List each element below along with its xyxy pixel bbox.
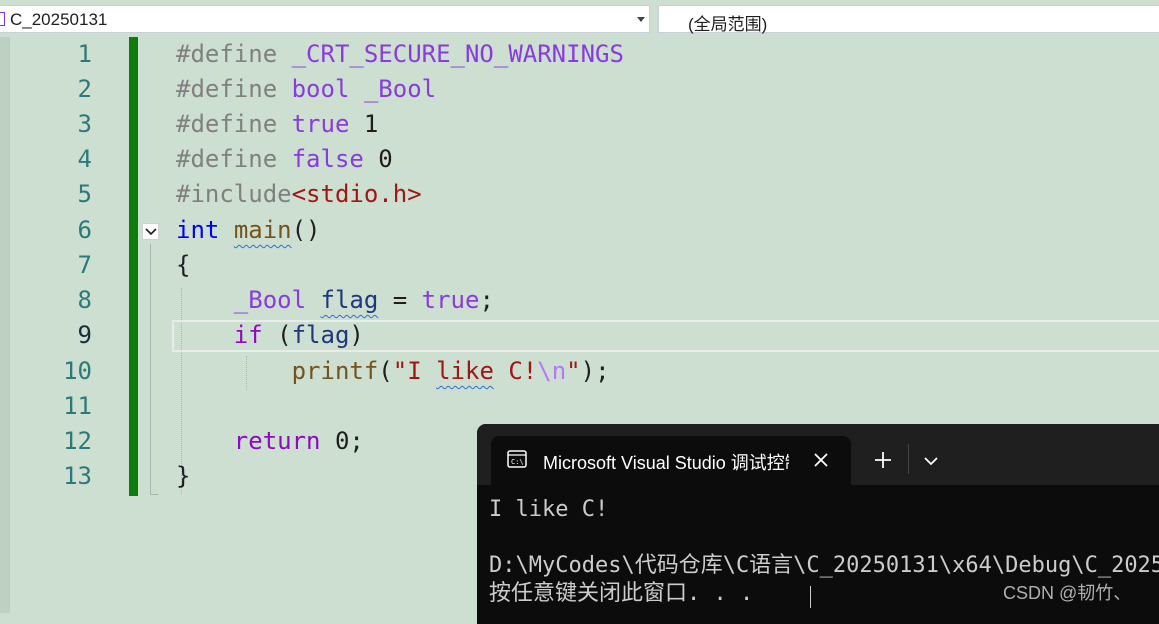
line-number: 11 — [63, 392, 92, 420]
line-number: 7 — [77, 251, 92, 279]
brace: { — [176, 251, 191, 279]
console-tab-title: Microsoft Visual Studio 调试控制台 — [543, 453, 789, 473]
plus-icon[interactable] — [871, 448, 895, 472]
project-dropdown[interactable]: C_20250131 — [0, 5, 650, 33]
string: " — [566, 357, 581, 385]
navigation-bar: C_20250131 (全局范围) — [0, 0, 1159, 37]
punctuation: ) — [349, 321, 364, 349]
line-number: 2 — [77, 75, 92, 103]
macro: true — [291, 110, 350, 138]
change-tracking-bar — [129, 37, 138, 496]
chevron-down-icon[interactable] — [920, 450, 942, 472]
escape-sequence: \n — [537, 357, 567, 385]
macro: false — [291, 145, 364, 173]
macro-value: 1 — [363, 110, 379, 138]
dropdown-arrow-icon[interactable] — [637, 17, 645, 22]
punctuation: () — [291, 216, 321, 244]
outline-end — [150, 494, 158, 495]
code-line[interactable]: { — [176, 248, 190, 283]
console-output-line: D:\MyCodes\代码仓库\C语言\C_20250131\x64\Debug… — [489, 553, 1159, 578]
console-cursor — [810, 586, 811, 608]
brace: } — [176, 462, 191, 490]
chevron-down-icon — [145, 228, 157, 236]
include-header: <stdio.h> — [291, 180, 422, 208]
collapse-toggle[interactable] — [142, 223, 159, 240]
punctuation: ( — [262, 321, 292, 349]
punctuation: ( — [378, 357, 393, 385]
preprocessor: #define — [176, 110, 292, 138]
project-name: C_20250131 — [10, 10, 108, 29]
punctuation: ); — [580, 357, 610, 385]
line-number: 6 — [77, 216, 92, 244]
svg-text:C:\: C:\ — [511, 458, 524, 466]
line-number: 12 — [63, 427, 92, 455]
code-line[interactable]: #define bool _Bool — [176, 72, 436, 107]
editor-margin — [0, 37, 10, 613]
line-number-current: 9 — [77, 321, 92, 349]
code-line[interactable]: printf("I like C!\n"); — [176, 354, 610, 389]
code-line[interactable]: int main() — [176, 213, 321, 248]
line-number: 8 — [77, 286, 92, 314]
macro-value: 0 — [378, 145, 393, 173]
preprocessor: #define — [176, 145, 292, 173]
console-output-line: I like C! — [489, 497, 609, 522]
string: "I — [392, 357, 437, 385]
code-line[interactable]: #define false 0 — [176, 142, 393, 177]
macro: _CRT_SECURE_NO_WARNINGS — [291, 40, 624, 68]
outline-line — [150, 244, 151, 495]
watermark: CSDN @韧竹、 — [1003, 583, 1132, 603]
preprocessor: #include — [176, 180, 292, 208]
console-titlebar: C:\ Microsoft Visual Studio 调试控制台 — [477, 424, 1159, 485]
scope-dropdown[interactable]: (全局范围) — [658, 5, 1159, 34]
line-number: 1 — [77, 40, 92, 68]
close-icon[interactable] — [809, 448, 833, 472]
code-line[interactable]: return 0; — [176, 424, 364, 459]
variable: flag — [291, 321, 350, 349]
string: like — [436, 357, 494, 385]
macro: bool — [291, 75, 350, 103]
operator: = — [378, 286, 422, 314]
function-call: printf — [291, 357, 379, 385]
function-name: main — [233, 216, 292, 244]
variable: flag — [320, 286, 379, 314]
console-output-line: 按任意键关闭此窗口. . . — [489, 581, 754, 606]
return-value: 0; — [320, 427, 364, 455]
preprocessor: #define — [176, 40, 292, 68]
line-number: 10 — [63, 357, 92, 385]
preprocessor: #define — [176, 75, 292, 103]
code-line-current[interactable]: if (flag) — [176, 318, 364, 353]
code-line[interactable]: #include<stdio.h> — [176, 177, 422, 212]
titlebar-separator — [908, 444, 909, 474]
project-icon — [0, 12, 5, 26]
code-line[interactable]: } — [176, 459, 190, 494]
scope-name: (全局范围) — [688, 15, 768, 34]
value-macro: true — [421, 286, 480, 314]
code-line[interactable]: _Bool flag = true; — [176, 283, 494, 318]
macro-value: _Bool — [363, 75, 437, 103]
code-line[interactable]: #define true 1 — [176, 107, 378, 142]
line-number: 4 — [77, 145, 92, 173]
semicolon: ; — [479, 286, 494, 314]
string: C! — [493, 357, 538, 385]
control-keyword: return — [233, 427, 321, 455]
control-keyword: if — [233, 321, 263, 349]
console-tab[interactable]: C:\ Microsoft Visual Studio 调试控制台 — [491, 436, 851, 485]
line-number: 13 — [63, 462, 92, 490]
code-line[interactable]: #define _CRT_SECURE_NO_WARNINGS — [176, 37, 624, 72]
terminal-icon: C:\ — [507, 450, 527, 468]
type-macro: _Bool — [233, 286, 307, 314]
line-number: 3 — [77, 110, 92, 138]
line-number: 5 — [77, 180, 92, 208]
type-keyword: int — [176, 216, 220, 244]
